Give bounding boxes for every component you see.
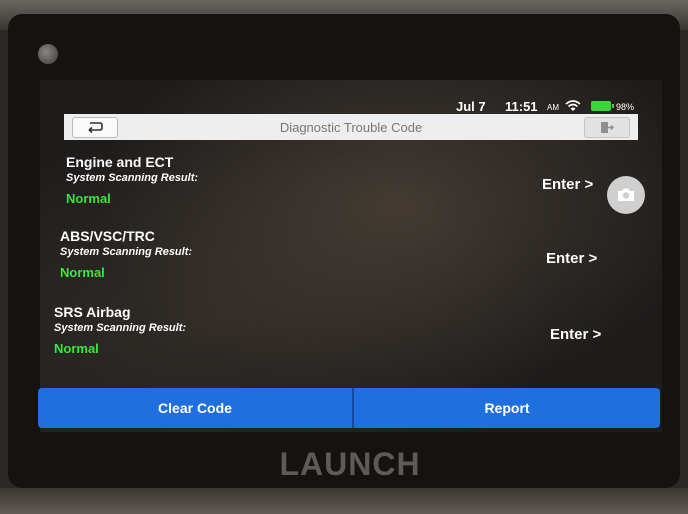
wifi-icon: [565, 100, 581, 115]
report-button[interactable]: Report: [354, 388, 660, 428]
system-result-label: System Scanning Result:: [60, 246, 193, 258]
exit-icon: [601, 122, 614, 133]
title-bar: Diagnostic Trouble Code: [64, 114, 638, 140]
system-name: Engine and ECT: [66, 154, 174, 170]
status-ampm: AM: [547, 103, 559, 112]
system-status: Normal: [66, 191, 111, 206]
action-bar: Clear Code Report: [38, 388, 660, 428]
enter-button[interactable]: Enter >: [542, 176, 593, 193]
system-item-srs-airbag: SRS Airbag System Scanning Result: Norma…: [54, 304, 614, 374]
exit-button[interactable]: [584, 117, 630, 138]
device-screen: Jul 7 11:51 AM 98% Diagnostic Trouble Co…: [38, 80, 662, 432]
clear-code-button[interactable]: Clear Code: [38, 388, 354, 428]
system-item-abs-vsc-trc: ABS/VSC/TRC System Scanning Result: Norm…: [60, 228, 620, 298]
device-frame-bottom: [0, 488, 688, 514]
brand-logo: LAUNCH: [279, 446, 421, 482]
page-title: Diagnostic Trouble Code: [279, 120, 423, 135]
system-status: Normal: [54, 341, 99, 356]
screenshot-camera-button[interactable]: [607, 176, 645, 214]
status-time: 11:51: [505, 99, 538, 114]
enter-button[interactable]: Enter >: [546, 250, 597, 267]
system-item-engine-and-ect: Engine and ECT System Scanning Result: N…: [66, 154, 626, 224]
device-camera-lens: [38, 44, 58, 64]
system-result-label: System Scanning Result:: [54, 322, 187, 334]
camera-icon: [618, 188, 634, 201]
status-battery: 98%: [616, 102, 635, 112]
system-status: Normal: [60, 265, 105, 280]
system-name: ABS/VSC/TRC: [60, 228, 155, 244]
enter-button[interactable]: Enter >: [550, 326, 601, 343]
system-name: SRS Airbag: [54, 304, 131, 320]
battery-icon: [591, 101, 614, 111]
system-result-label: System Scanning Result:: [66, 172, 199, 184]
status-date: Jul 7: [456, 99, 486, 114]
